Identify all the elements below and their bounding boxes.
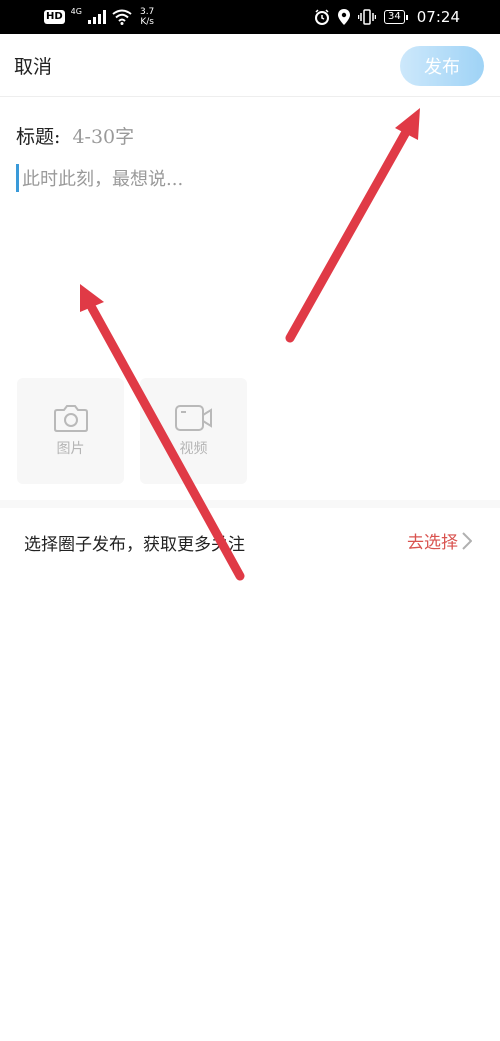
photo-label: 图片 xyxy=(56,441,85,457)
battery-indicator: 34 xyxy=(384,10,408,24)
status-time: 07:24 xyxy=(416,8,460,26)
alarm-icon xyxy=(315,9,330,25)
cancel-button[interactable]: 取消 xyxy=(14,52,52,79)
arrow-to-publish-icon xyxy=(285,108,420,343)
add-video-button[interactable]: 视频 xyxy=(140,378,247,484)
body-placeholder: 此时此刻，最想说... xyxy=(22,169,184,190)
signal-icon xyxy=(87,10,106,24)
speed-unit: K/s xyxy=(140,17,154,27)
wifi-icon xyxy=(112,9,132,25)
publish-button[interactable]: 发布 xyxy=(400,46,484,86)
title-label: 标题: xyxy=(16,126,61,148)
status-bar-right: 34 07:24 xyxy=(314,0,460,34)
speed-value: 3.7 xyxy=(139,7,155,17)
choose-circle-link[interactable]: 去选择 xyxy=(407,528,472,553)
add-photo-button[interactable]: 图片 xyxy=(17,378,124,484)
network-speed: 3.7 K/s xyxy=(140,7,154,27)
title-field[interactable]: 标题: 4-30字 xyxy=(16,122,134,149)
camera-icon xyxy=(53,405,88,432)
choose-circle-label: 去选择 xyxy=(407,533,458,553)
title-placeholder: 4-30字 xyxy=(72,126,135,148)
body-input[interactable]: 此时此刻，最想说... xyxy=(16,164,183,192)
video-camera-icon xyxy=(174,405,212,431)
circle-prompt: 选择圈子发布，获取更多关注 xyxy=(24,535,245,555)
text-caret xyxy=(16,164,19,192)
network-type: 4G xyxy=(70,6,82,16)
location-icon xyxy=(338,9,351,25)
chevron-right-icon xyxy=(462,531,472,550)
vibrate-icon xyxy=(358,9,377,25)
status-bar-left: HD 4G 3.7 K/s xyxy=(44,0,154,34)
video-label: 视频 xyxy=(179,441,208,457)
status-bar: HD 4G 3.7 K/s 34 07:24 xyxy=(0,0,500,34)
section-divider xyxy=(0,500,500,508)
circle-select-row[interactable]: 选择圈子发布，获取更多关注 去选择 xyxy=(0,508,500,572)
hd-badge: HD xyxy=(44,10,65,24)
top-bar: 取消 发布 xyxy=(0,34,500,97)
